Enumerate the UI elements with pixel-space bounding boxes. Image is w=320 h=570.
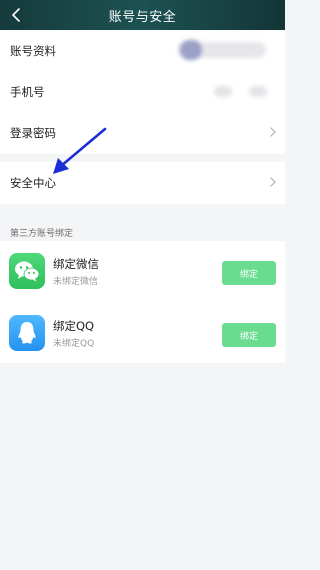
third-party-section-header: 第三方账号绑定 (10, 229, 74, 239)
wechat-bind-item: 绑定微信 未绑定微信 绑定 (0, 241, 285, 301)
account-profile-row[interactable]: 账号资料 (0, 30, 285, 71)
chevron-right-icon (270, 127, 276, 137)
qq-bind-title: 绑定QQ (53, 319, 95, 333)
security-group: 安全中心 (0, 162, 285, 204)
wechat-bind-status: 未绑定微信 (53, 277, 99, 287)
login-password-label: 登录密码 (10, 125, 56, 140)
back-button[interactable] (6, 4, 26, 26)
wechat-icon (9, 253, 45, 289)
account-info-group: 账号资料 手机号 登录密码 (0, 30, 285, 154)
qq-bind-status: 未绑定QQ (53, 339, 95, 349)
header-bar: 账号与安全 (0, 0, 285, 30)
chevron-right-icon (270, 177, 276, 187)
masked-phone-part-1 (214, 86, 232, 97)
masked-phone-part-2 (249, 86, 267, 97)
chevron-left-icon (12, 8, 20, 22)
page-title: 账号与安全 (108, 9, 177, 25)
login-password-row[interactable]: 登录密码 (0, 112, 285, 153)
account-profile-label: 账号资料 (10, 43, 56, 58)
qq-icon (9, 315, 45, 351)
masked-avatar (180, 40, 202, 60)
phone-number-label: 手机号 (10, 84, 45, 99)
qq-bind-item: 绑定QQ 未绑定QQ 绑定 (0, 303, 285, 363)
bind-wechat-button[interactable]: 绑定 (222, 261, 276, 285)
security-center-label: 安全中心 (10, 175, 56, 190)
wechat-bind-title: 绑定微信 (53, 257, 99, 271)
third-party-group: 绑定微信 未绑定微信 绑定 绑定QQ 未绑定QQ 绑定 (0, 241, 285, 363)
security-center-row[interactable]: 安全中心 (0, 162, 285, 203)
phone-number-row[interactable]: 手机号 (0, 71, 285, 112)
bind-qq-button[interactable]: 绑定 (222, 323, 276, 347)
